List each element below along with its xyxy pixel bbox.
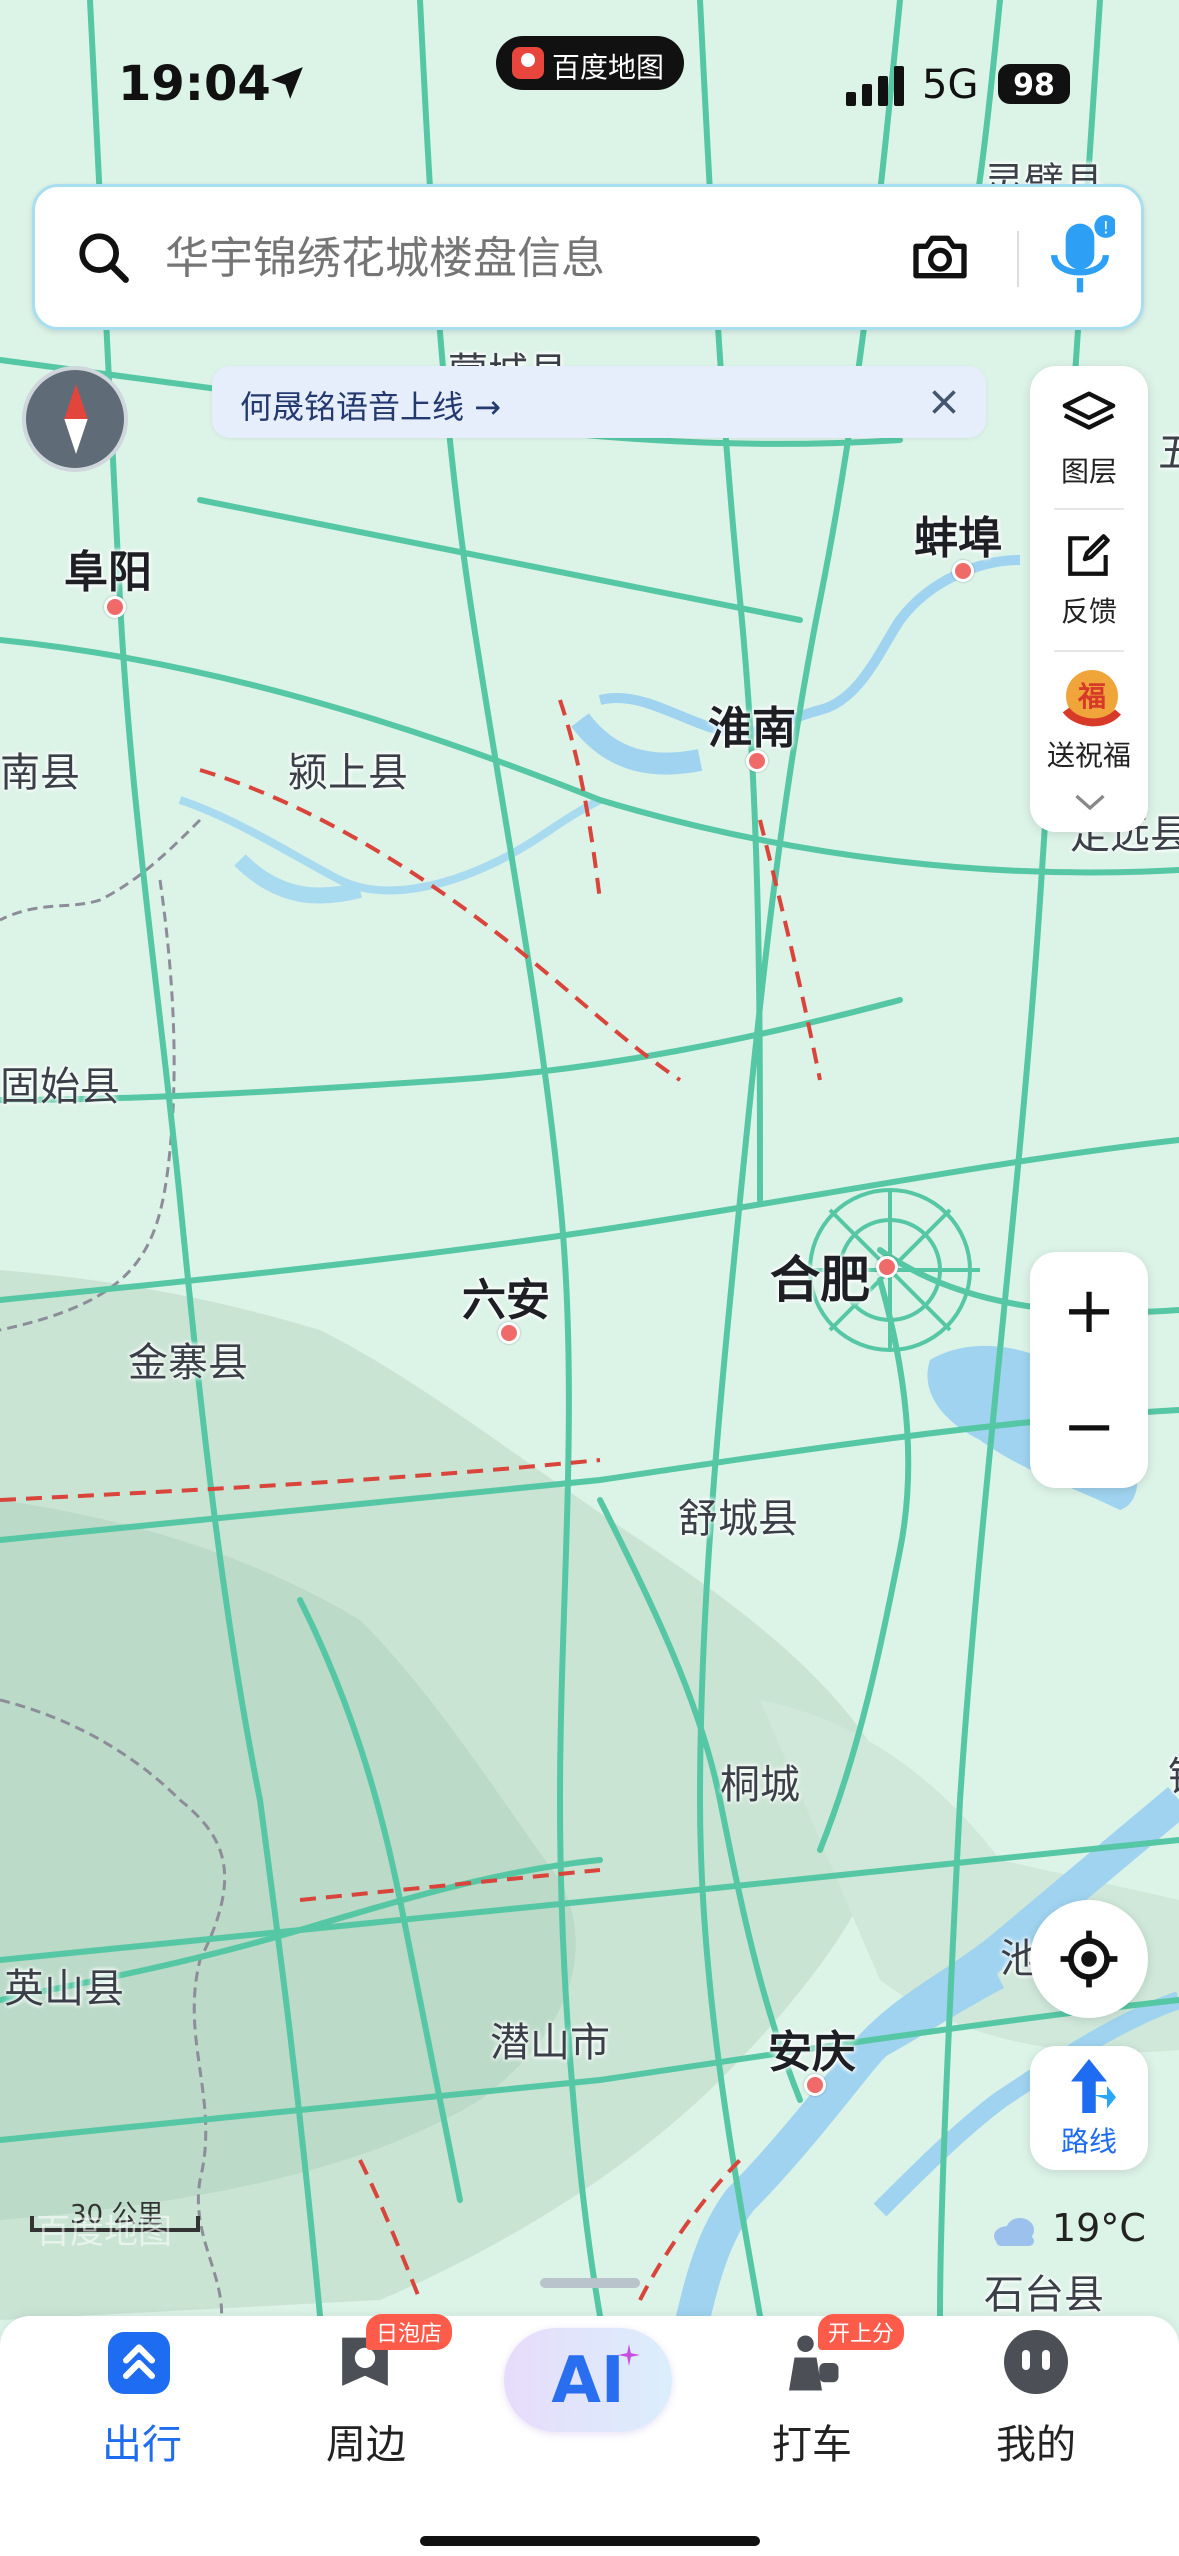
layers-icon (1060, 388, 1118, 442)
tab-mine[interactable]: 我的 (946, 2316, 1126, 2516)
drag-handle[interactable] (540, 2278, 640, 2288)
bottom-tab-bar: 出行 日泡店 周边 AI 开上分 打车 我的 (0, 2314, 1179, 2556)
map-label-huainan[interactable]: 淮南 (708, 692, 796, 756)
search-input[interactable] (163, 215, 907, 301)
zoom-out-button[interactable]: − (1030, 1382, 1148, 1472)
weather-temp: 19°C (1052, 2206, 1146, 2250)
map-label-nanxian[interactable]: 南县 (0, 740, 80, 798)
map-label-wu[interactable]: 五 (1158, 420, 1179, 478)
search-icon (75, 229, 133, 291)
map-watermark: 百度地图 (36, 2212, 172, 2252)
battery-icon: 98 (998, 64, 1070, 104)
voice-notice-text[interactable]: 何晟铭语音上线 → (240, 382, 501, 428)
tab-travel-label: 出行 (102, 2422, 182, 2468)
map-label-jinzhai[interactable]: 金寨县 (128, 1330, 248, 1388)
microphone-icon[interactable]: ! (1045, 215, 1118, 305)
map-label-tongcheng[interactable]: 桐城 (720, 1752, 800, 1810)
tab-nearby-badge: 日泡店 (366, 2314, 453, 2350)
svg-text:!: ! (1102, 219, 1109, 239)
city-dot-bengbu[interactable] (952, 560, 974, 582)
tab-nearby[interactable]: 日泡店 周边 (276, 2314, 456, 2516)
map-label-yingshan[interactable]: 英山县 (4, 1956, 124, 2014)
tab-ai[interactable]: AI (498, 2316, 678, 2516)
promo-button[interactable]: 福 送祝福 (1030, 666, 1148, 786)
city-dot-huainan[interactable] (746, 750, 768, 772)
route-button[interactable]: 路线 (1030, 2046, 1148, 2170)
svg-text:福: 福 (1077, 680, 1106, 713)
search-bar[interactable]: ! (32, 184, 1144, 330)
status-time: 19:04 (118, 56, 271, 112)
blessing-icon: 福 (1052, 666, 1126, 732)
feedback-button[interactable]: 反馈 (1030, 526, 1148, 646)
locate-button[interactable] (1030, 1900, 1148, 2018)
city-dot-fuyang[interactable] (104, 596, 126, 618)
voice-notice-banner[interactable]: 何晟铭语音上线 → (212, 366, 986, 438)
network-type: 5G (922, 62, 979, 108)
layers-button[interactable]: 图层 (1030, 384, 1148, 504)
chevron-down-icon[interactable] (1072, 790, 1108, 818)
baidu-map-logo-icon (512, 47, 544, 79)
map-label-bengbu[interactable]: 蚌埠 (914, 502, 1002, 566)
map-label-shitai[interactable]: 石台县 (984, 2262, 1104, 2320)
tab-taxi-label: 打车 (772, 2422, 852, 2468)
camera-icon[interactable] (907, 225, 973, 293)
zoom-control: + − (1030, 1252, 1148, 1488)
route-label: 路线 (1060, 2125, 1117, 2158)
tab-mine-label: 我的 (996, 2422, 1076, 2468)
signal-icon (846, 66, 904, 110)
layers-label: 图层 (1060, 455, 1117, 488)
close-icon[interactable] (926, 384, 962, 424)
feedback-label: 反馈 (1060, 595, 1117, 628)
promo-label: 送祝福 (1046, 739, 1131, 772)
location-arrow-icon (268, 64, 306, 106)
sparkle-icon (618, 2344, 640, 2370)
app-pill[interactable]: 百度地图 (496, 36, 684, 90)
map-label-shucheng[interactable]: 舒城县 (678, 1486, 798, 1544)
right-tool-panel: 图层 反馈 福 送祝福 (1030, 366, 1148, 832)
city-dot-luan[interactable] (498, 1322, 520, 1344)
map-label-anqing[interactable]: 安庆 (768, 2016, 856, 2080)
feedback-icon (1064, 530, 1114, 584)
profile-icon (1004, 2330, 1068, 2394)
ai-button: AI (504, 2328, 672, 2432)
divider (1017, 231, 1019, 287)
city-dot-anqing[interactable] (804, 2074, 826, 2096)
tab-taxi-badge: 开上分 (818, 2314, 905, 2350)
target-icon (1058, 1928, 1120, 1994)
panel-divider (1054, 508, 1124, 510)
zoom-in-button[interactable]: + (1030, 1266, 1148, 1356)
map-label-hefei[interactable]: 合肥 (770, 1240, 870, 1312)
map-label-qianshan[interactable]: 潜山市 (490, 2010, 610, 2068)
map-label-tong[interactable]: 铜 (1168, 1744, 1179, 1802)
tab-travel[interactable]: 出行 (52, 2316, 232, 2516)
city-dot-hefei[interactable] (876, 1256, 898, 1278)
route-arrow-icon (1062, 2054, 1116, 2122)
battery-level: 98 (1013, 68, 1055, 103)
map-label-gushi[interactable]: 固始县 (0, 1054, 120, 1112)
travel-icon (108, 2332, 170, 2394)
compass-button[interactable] (22, 366, 128, 472)
home-indicator (420, 2536, 760, 2546)
map-label-yingshang[interactable]: 颍上县 (288, 740, 408, 798)
tab-taxi[interactable]: 开上分 打车 (722, 2314, 905, 2516)
app-pill-label: 百度地图 (552, 51, 665, 84)
panel-divider (1054, 650, 1124, 652)
ai-label: AI (551, 2344, 625, 2418)
cloud-icon (990, 2214, 1038, 2252)
map-label-fuyang[interactable]: 阜阳 (64, 536, 152, 600)
compass-icon (56, 384, 96, 458)
tab-nearby-label: 周边 (326, 2422, 406, 2468)
map-label-luan[interactable]: 六安 (462, 1264, 550, 1328)
